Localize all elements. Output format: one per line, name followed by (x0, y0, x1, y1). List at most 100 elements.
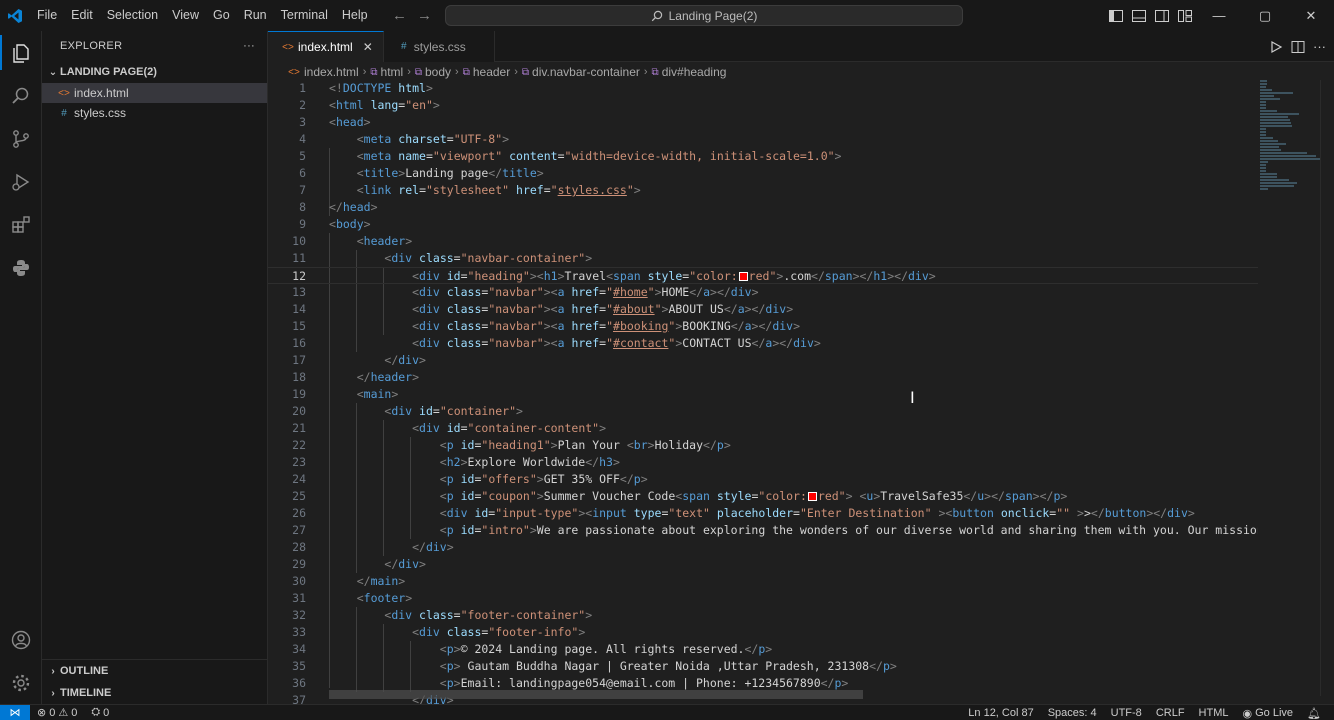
code-line[interactable]: 12 <div id="heading"><h1>Travel<span sty… (268, 267, 1258, 284)
tab-styles-css[interactable]: # styles.css (383, 31, 495, 62)
code-line[interactable]: 27 <p id="intro">We are passionate about… (268, 522, 1258, 539)
code-line[interactable]: 14 <div class="navbar"><a href="#about">… (268, 301, 1258, 318)
explorer-icon[interactable] (0, 31, 42, 74)
code-line[interactable]: 9 <body> (268, 216, 1258, 233)
code-token: header (370, 370, 413, 384)
close-window-button[interactable]: ✕ (1288, 0, 1334, 31)
code-line[interactable]: 8 </head> (268, 199, 1258, 216)
code-line[interactable]: 28 </div> (268, 539, 1258, 556)
code-line[interactable]: 3 <head> (268, 114, 1258, 131)
menu-selection[interactable]: Selection (100, 0, 165, 31)
code-token: a (744, 319, 752, 333)
code-line[interactable]: 15 <div class="navbar"><a href="#booking… (268, 318, 1258, 335)
breadcrumb-item[interactable]: div#heading (662, 65, 727, 79)
search-icon[interactable] (0, 74, 42, 117)
python-icon[interactable] (0, 246, 42, 289)
code-line[interactable]: 5 <meta name="viewport" content="width=d… (268, 148, 1258, 165)
file-item-index-html[interactable]: <> index.html (42, 83, 267, 103)
menu-file[interactable]: File (30, 0, 64, 31)
minimize-button[interactable]: — (1196, 0, 1242, 31)
code-token: >< (543, 336, 558, 350)
run-file-icon[interactable] (1269, 40, 1283, 54)
menu-help[interactable]: Help (335, 0, 375, 31)
code-line[interactable]: 13 <div class="navbar"><a href="#home">H… (268, 284, 1258, 301)
code-line[interactable]: 24 <p id="offers">GET 35% OFF</p> (268, 471, 1258, 488)
code-line[interactable]: 21 <div id="container-content"> (268, 420, 1258, 437)
breadcrumb-item[interactable]: body (425, 65, 451, 79)
breadcrumb-item[interactable]: index.html (304, 65, 359, 79)
toggle-primary-sidebar-icon[interactable] (1104, 0, 1127, 31)
problems-indicator[interactable]: ⊗ 0 ⚠ 0 (30, 706, 84, 720)
command-center-search[interactable]: Landing Page(2) (445, 5, 963, 26)
breadcrumb-item[interactable]: div.navbar-container (532, 65, 640, 79)
toggle-secondary-sidebar-icon[interactable] (1150, 0, 1173, 31)
code-editor[interactable]: 1 <!DOCTYPE html> 2 <html lang="en"> 3 <head>… (268, 80, 1258, 707)
customize-layout-icon[interactable] (1173, 0, 1196, 31)
vertical-scrollbar[interactable] (1320, 80, 1334, 696)
menu-go[interactable]: Go (206, 0, 237, 31)
language-mode[interactable]: HTML (1192, 707, 1236, 719)
code-line[interactable]: 35 <p> Gautam Buddha Nagar | Greater Noi… (268, 658, 1258, 675)
more-actions-icon[interactable]: ··· (243, 40, 255, 52)
breadcrumb-item[interactable]: header (473, 65, 510, 79)
code-line[interactable]: 7 <link rel="stylesheet" href="styles.cs… (268, 182, 1258, 199)
toggle-panel-icon[interactable] (1127, 0, 1150, 31)
code-line[interactable]: 17 </div> (268, 352, 1258, 369)
code-line[interactable]: 33 <div class="footer-info"> (268, 624, 1258, 641)
code-token: > (419, 353, 426, 367)
code-line[interactable]: 22 <p id="heading1">Plan Your <br>Holida… (268, 437, 1258, 454)
code-line[interactable]: 10 <header> (268, 233, 1258, 250)
forward-arrow-icon[interactable]: → (417, 7, 432, 24)
code-line[interactable]: 25 <p id="coupon">Summer Voucher Code<sp… (268, 488, 1258, 505)
folder-section[interactable]: ⌄ LANDING PAGE(2) (42, 61, 267, 83)
code-line[interactable]: 30 </main> (268, 573, 1258, 590)
code-line[interactable]: 16 <div class="navbar"><a href="#contact… (268, 335, 1258, 352)
back-arrow-icon[interactable]: ← (392, 7, 407, 24)
code-line[interactable]: 6 <title>Landing page</title> (268, 165, 1258, 182)
code-line[interactable]: 18 </header> (268, 369, 1258, 386)
code-token: p (882, 659, 890, 673)
menu-edit[interactable]: Edit (64, 0, 100, 31)
run-debug-icon[interactable] (0, 160, 42, 203)
timeline-section[interactable]: › TIMELINE (42, 682, 268, 704)
code-line[interactable]: 1 <!DOCTYPE html> (268, 80, 1258, 97)
code-line[interactable]: 32 <div class="footer-container"> (268, 607, 1258, 624)
more-actions-icon[interactable]: ··· (1313, 39, 1326, 54)
outline-section[interactable]: › OUTLINE (42, 660, 268, 682)
source-control-icon[interactable] (0, 117, 42, 160)
encoding[interactable]: UTF-8 (1104, 707, 1149, 719)
cursor-position[interactable]: Ln 12, Col 87 (961, 707, 1040, 719)
go-live-button[interactable]: ◉ Go Live (1236, 707, 1301, 720)
menu-terminal[interactable]: Terminal (274, 0, 335, 31)
maximize-button[interactable]: ▢ (1242, 0, 1288, 31)
close-tab-icon[interactable]: ✕ (363, 40, 373, 54)
code-line[interactable]: 19 <main> (268, 386, 1258, 403)
code-line[interactable]: 34 <p>© 2024 Landing page. All rights re… (268, 641, 1258, 658)
end-of-line[interactable]: CRLF (1149, 707, 1192, 719)
indentation[interactable]: Spaces: 4 (1041, 707, 1104, 719)
breadcrumb-item[interactable]: html (381, 65, 404, 79)
menu-run[interactable]: Run (237, 0, 274, 31)
code-line[interactable]: 11 <div class="navbar-container"> (268, 250, 1258, 267)
split-editor-icon[interactable] (1291, 40, 1305, 54)
code-line[interactable]: 2 <html lang="en"> (268, 97, 1258, 114)
tab-index-html[interactable]: <> index.html ✕ (268, 31, 384, 62)
remote-indicator-icon[interactable]: ⋈ (0, 704, 30, 720)
minimap[interactable] (1260, 80, 1320, 190)
code-line[interactable]: 31 <footer> (268, 590, 1258, 607)
code-line[interactable]: 23 <h2>Explore Worldwide</h3> (268, 454, 1258, 471)
file-item-styles-css[interactable]: # styles.css (42, 103, 267, 123)
ports-indicator[interactable]: ⛭ 0 (84, 706, 116, 719)
settings-gear-icon[interactable] (0, 661, 42, 704)
extensions-icon[interactable] (0, 203, 42, 246)
notifications-bell-icon[interactable]: 🔔︎ (1300, 707, 1328, 720)
code-line[interactable]: 20 <div id="container"> (268, 403, 1258, 420)
horizontal-scrollbar[interactable] (329, 690, 863, 699)
menu-view[interactable]: View (165, 0, 206, 31)
accounts-icon[interactable] (0, 618, 42, 661)
code-line[interactable]: 26 <div id="input-type"><input type="tex… (268, 505, 1258, 522)
code-line[interactable]: 4 <meta charset="UTF-8"> (268, 131, 1258, 148)
code-line[interactable]: 29 </div> (268, 556, 1258, 573)
